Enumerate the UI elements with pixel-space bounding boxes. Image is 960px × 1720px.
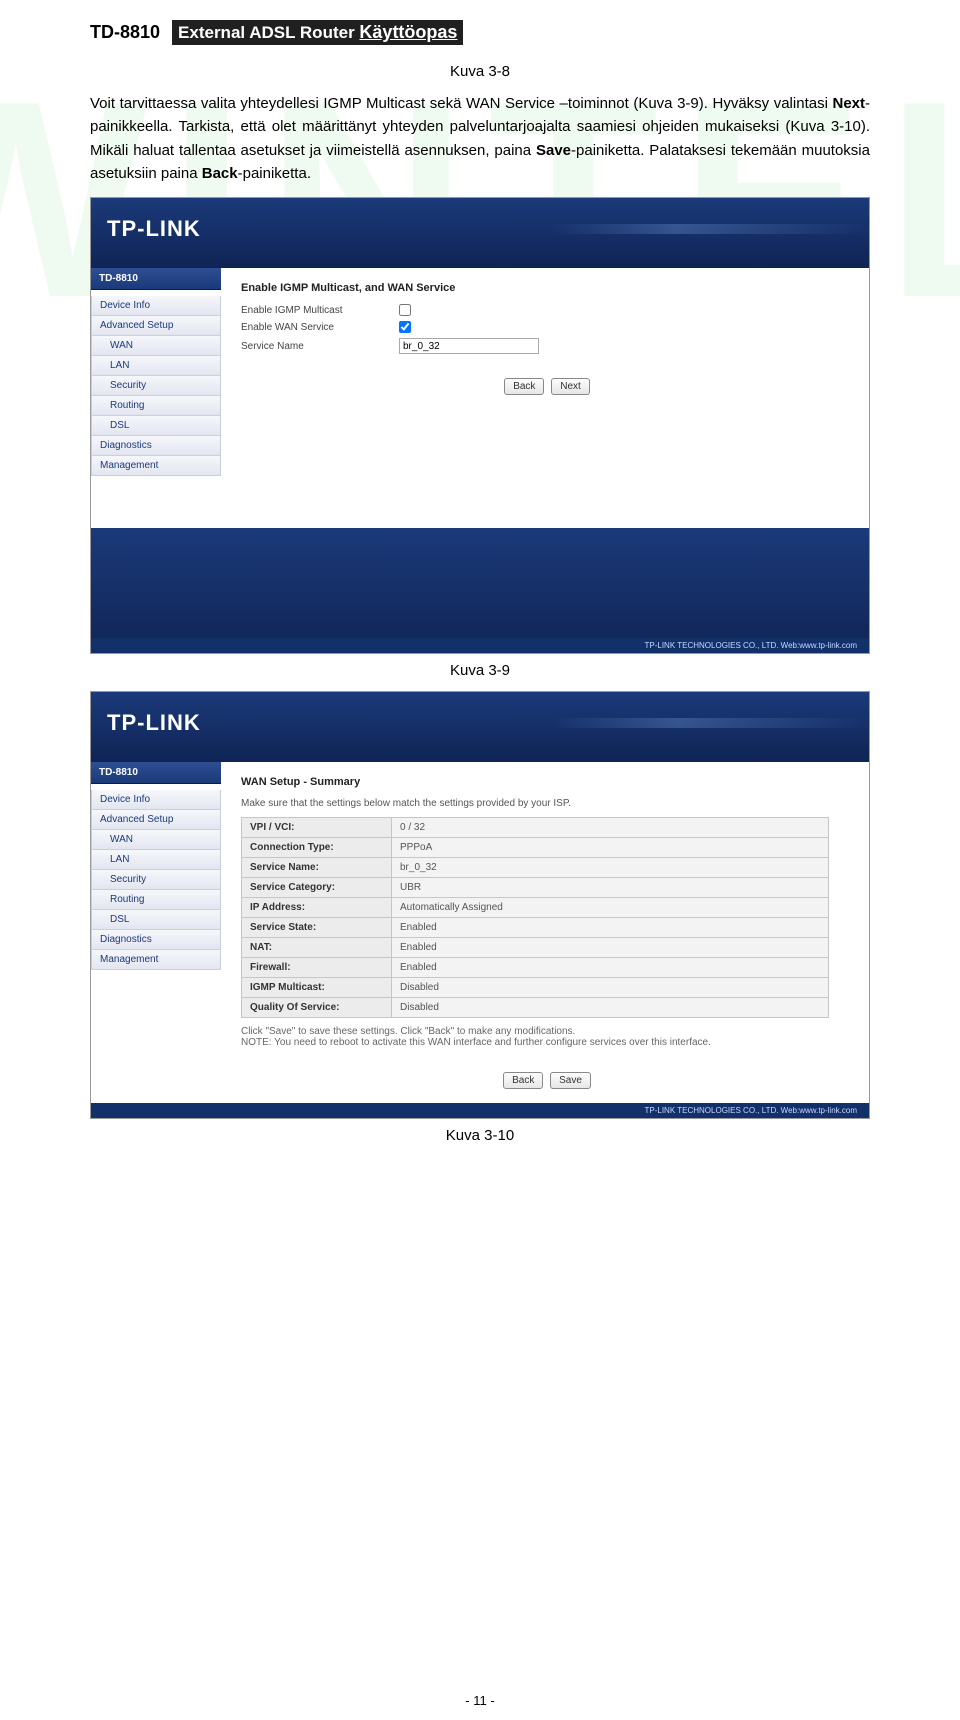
table-row: Service Name:br_0_32 [242, 858, 829, 878]
summary-key: VPI / VCI: [242, 818, 392, 838]
table-row: VPI / VCI:0 / 32 [242, 818, 829, 838]
router-content-panel: WAN Setup - Summary Make sure that the s… [221, 762, 869, 1103]
sidebar-security[interactable]: Security [91, 870, 221, 890]
caption-3-10: Kuva 3-10 [90, 1127, 870, 1144]
summary-key: IP Address: [242, 898, 392, 918]
sidebar-advanced-setup[interactable]: Advanced Setup [91, 810, 221, 830]
summary-value: 0 / 32 [392, 818, 829, 838]
page-content: TD-8810 External ADSL Router Käyttöopas … [0, 0, 960, 1144]
summary-key: IGMP Multicast: [242, 978, 392, 998]
summary-key: Service Category: [242, 878, 392, 898]
label-igmp: Enable IGMP Multicast [241, 305, 391, 316]
button-row: Back Save [241, 1072, 853, 1089]
screenshot-3-10: TP-LINK TD-8810 Device Info Advanced Set… [90, 691, 870, 1119]
caption-3-9: Kuva 3-9 [90, 662, 870, 679]
note-line-2: NOTE: You need to reboot to activate thi… [241, 1037, 853, 1048]
model-code: TD-8810 [90, 22, 160, 43]
table-row: IP Address:Automatically Assigned [242, 898, 829, 918]
summary-value: UBR [392, 878, 829, 898]
decorative-stroke [549, 224, 869, 234]
summary-key: Quality Of Service: [242, 998, 392, 1018]
table-row: Service State:Enabled [242, 918, 829, 938]
sidebar-model-head: TD-8810 [91, 268, 221, 290]
sidebar-dsl[interactable]: DSL [91, 910, 221, 930]
sidebar-routing[interactable]: Routing [91, 396, 221, 416]
summary-value: PPPoA [392, 838, 829, 858]
sidebar-dsl[interactable]: DSL [91, 416, 221, 436]
sidebar-security[interactable]: Security [91, 376, 221, 396]
router-sidebar: TD-8810 Device Info Advanced Setup WAN L… [91, 762, 221, 1103]
intro-text: Make sure that the settings below match … [241, 798, 853, 809]
note-line-1: Click "Save" to save these settings. Cli… [241, 1026, 853, 1037]
summary-value: Automatically Assigned [392, 898, 829, 918]
router-sidebar: TD-8810 Device Info Advanced Setup WAN L… [91, 268, 221, 528]
router-content-panel: Enable IGMP Multicast, and WAN Service E… [221, 268, 869, 528]
sidebar-diagnostics[interactable]: Diagnostics [91, 436, 221, 456]
sidebar-diagnostics[interactable]: Diagnostics [91, 930, 221, 950]
input-service-name[interactable] [399, 338, 539, 354]
sidebar-model-head: TD-8810 [91, 762, 221, 784]
sidebar-lan[interactable]: LAN [91, 850, 221, 870]
summary-value: Disabled [392, 998, 829, 1018]
checkbox-igmp[interactable] [399, 304, 411, 316]
row-service-name: Service Name [241, 338, 853, 354]
table-row: IGMP Multicast:Disabled [242, 978, 829, 998]
sidebar-wan[interactable]: WAN [91, 830, 221, 850]
page-number: - 11 - [0, 1693, 960, 1708]
router-topbar: TP-LINK [91, 198, 869, 268]
sidebar-management[interactable]: Management [91, 456, 221, 476]
row-igmp: Enable IGMP Multicast [241, 304, 853, 316]
sidebar-routing[interactable]: Routing [91, 890, 221, 910]
instruction-paragraph: Voit tarvittaessa valita yhteydellesi IG… [90, 92, 870, 185]
checkbox-wan-service[interactable] [399, 321, 411, 333]
sidebar-device-info[interactable]: Device Info [91, 790, 221, 810]
decorative-stroke [549, 718, 869, 728]
sidebar-wan[interactable]: WAN [91, 336, 221, 356]
table-row: Quality Of Service:Disabled [242, 998, 829, 1018]
back-button[interactable]: Back [503, 1072, 543, 1089]
label-wan-service: Enable WAN Service [241, 322, 391, 333]
table-row: NAT:Enabled [242, 938, 829, 958]
sidebar-lan[interactable]: LAN [91, 356, 221, 376]
summary-value: Enabled [392, 938, 829, 958]
brand-logo: TP-LINK [107, 710, 201, 736]
document-header: TD-8810 External ADSL Router Käyttöopas [90, 20, 870, 45]
router-footer: TP-LINK TECHNOLOGIES CO., LTD. Web:www.t… [91, 638, 869, 653]
router-footer: TP-LINK TECHNOLOGIES CO., LTD. Web:www.t… [91, 1103, 869, 1118]
back-button[interactable]: Back [504, 378, 544, 395]
table-row: Firewall:Enabled [242, 958, 829, 978]
summary-key: Connection Type: [242, 838, 392, 858]
summary-key: Service Name: [242, 858, 392, 878]
row-wan-service: Enable WAN Service [241, 321, 853, 333]
title-rest: Käyttöopas [359, 22, 457, 42]
caption-3-8: Kuva 3-8 [90, 63, 870, 80]
label-service-name: Service Name [241, 341, 391, 352]
router-topbar: TP-LINK [91, 692, 869, 762]
table-row: Connection Type:PPPoA [242, 838, 829, 858]
summary-key: NAT: [242, 938, 392, 958]
button-row: Back Next [241, 378, 853, 395]
table-row: Service Category:UBR [242, 878, 829, 898]
sidebar-advanced-setup[interactable]: Advanced Setup [91, 316, 221, 336]
summary-value: Disabled [392, 978, 829, 998]
summary-value: Enabled [392, 958, 829, 978]
screenshot-3-9: TP-LINK TD-8810 Device Info Advanced Set… [90, 197, 870, 654]
panel-heading: Enable IGMP Multicast, and WAN Service [241, 282, 853, 294]
title-bar: External ADSL Router Käyttöopas [172, 20, 463, 45]
summary-key: Service State: [242, 918, 392, 938]
brand-logo: TP-LINK [107, 216, 201, 242]
summary-table: VPI / VCI:0 / 32Connection Type:PPPoASer… [241, 817, 829, 1018]
sidebar-management[interactable]: Management [91, 950, 221, 970]
sidebar-device-info[interactable]: Device Info [91, 296, 221, 316]
next-button[interactable]: Next [551, 378, 590, 395]
summary-key: Firewall: [242, 958, 392, 978]
summary-value: br_0_32 [392, 858, 829, 878]
blue-filler [91, 528, 869, 638]
save-button[interactable]: Save [550, 1072, 591, 1089]
panel-heading: WAN Setup - Summary [241, 776, 853, 788]
summary-value: Enabled [392, 918, 829, 938]
